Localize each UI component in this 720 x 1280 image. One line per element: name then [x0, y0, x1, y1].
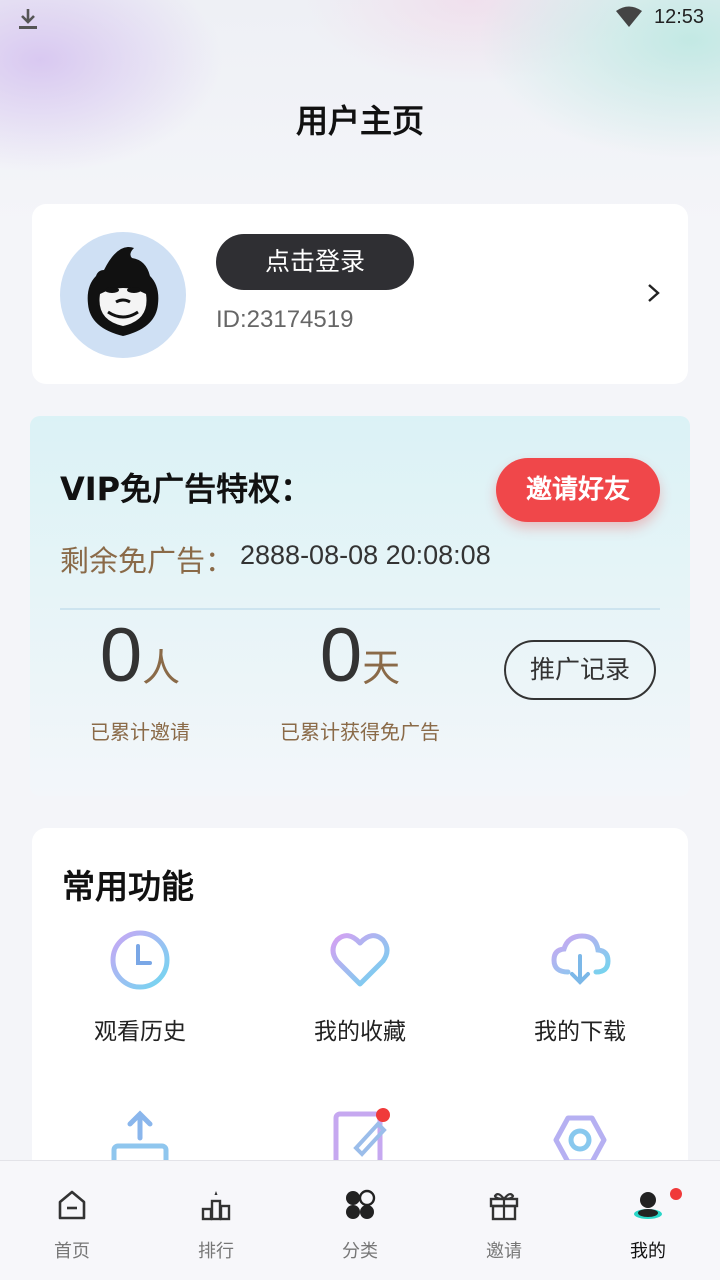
category-icon [346, 1189, 376, 1219]
wifi-icon [616, 6, 642, 27]
nav-label: 我的 [630, 1241, 666, 1262]
user-id: ID:23174519 [216, 306, 354, 333]
avatar[interactable] [60, 232, 186, 358]
nav-label: 首页 [54, 1241, 90, 1262]
function-downloads[interactable]: 我的下载 [490, 928, 670, 1046]
remaining-value: 2888-08-08 20:08:08 [240, 540, 491, 570]
function-label: 我的收藏 [314, 1019, 406, 1045]
notification-dot [670, 1188, 682, 1200]
clock-icon [110, 930, 170, 990]
function-label: 我的下载 [534, 1019, 626, 1045]
page-title: 用户主页 [295, 102, 424, 140]
profile-card[interactable]: 点击登录 ID:23174519 [32, 204, 688, 384]
vip-card: VIP免广告特权： 邀请好友 剩余免广告： 2888-08-08 20:08:0… [30, 416, 690, 796]
invited-unit: 人 [142, 646, 181, 690]
divider [60, 608, 660, 610]
promotion-records-button[interactable]: 推广记录 [504, 640, 656, 700]
home-icon [58, 1190, 86, 1220]
ranking-icon [201, 1191, 231, 1221]
functions-title: 常用功能 [62, 867, 194, 906]
download-notification-icon [19, 9, 37, 29]
login-button[interactable]: 点击登录 [216, 234, 414, 290]
function-label: 观看历史 [94, 1019, 186, 1045]
nav-item-invite[interactable]: 邀请 [454, 1189, 554, 1263]
status-bar: 12:53 [0, 0, 720, 40]
nav-label: 排行 [198, 1241, 234, 1262]
invited-stat: 0人 [60, 612, 220, 699]
function-watch-history[interactable]: 观看历史 [50, 928, 230, 1046]
gift-icon [489, 1192, 519, 1221]
nav-item-home[interactable]: 首页 [22, 1189, 122, 1263]
heart-icon [330, 933, 390, 987]
function-favorites[interactable]: 我的收藏 [270, 928, 450, 1046]
notification-dot [376, 1108, 390, 1122]
nav-label: 邀请 [486, 1241, 522, 1262]
gorilla-avatar-icon [87, 246, 159, 336]
cloud-download-icon [551, 933, 611, 985]
vip-title: VIP免广告特权： [60, 470, 313, 508]
days-label: 已累计获得免广告 [280, 720, 440, 744]
nav-item-profile[interactable]: 我的 [598, 1188, 698, 1263]
bottom-navigation: 首页 排行 分类 邀请 我的 [0, 1160, 720, 1280]
nav-item-ranking[interactable]: 排行 [166, 1189, 266, 1263]
invited-count: 0 [99, 613, 143, 698]
invite-friends-button[interactable]: 邀请好友 [496, 458, 660, 522]
profile-icon [634, 1192, 662, 1219]
remaining-label: 剩余免广告： [60, 544, 235, 578]
nav-item-category[interactable]: 分类 [310, 1189, 410, 1263]
days-unit: 天 [362, 646, 401, 690]
invited-label: 已累计邀请 [90, 720, 190, 744]
days-count: 0 [319, 613, 363, 698]
nav-label: 分类 [342, 1241, 378, 1262]
status-time: 12:53 [654, 6, 705, 28]
chevron-right-icon[interactable] [646, 282, 662, 304]
days-stat: 0天 [270, 612, 450, 699]
